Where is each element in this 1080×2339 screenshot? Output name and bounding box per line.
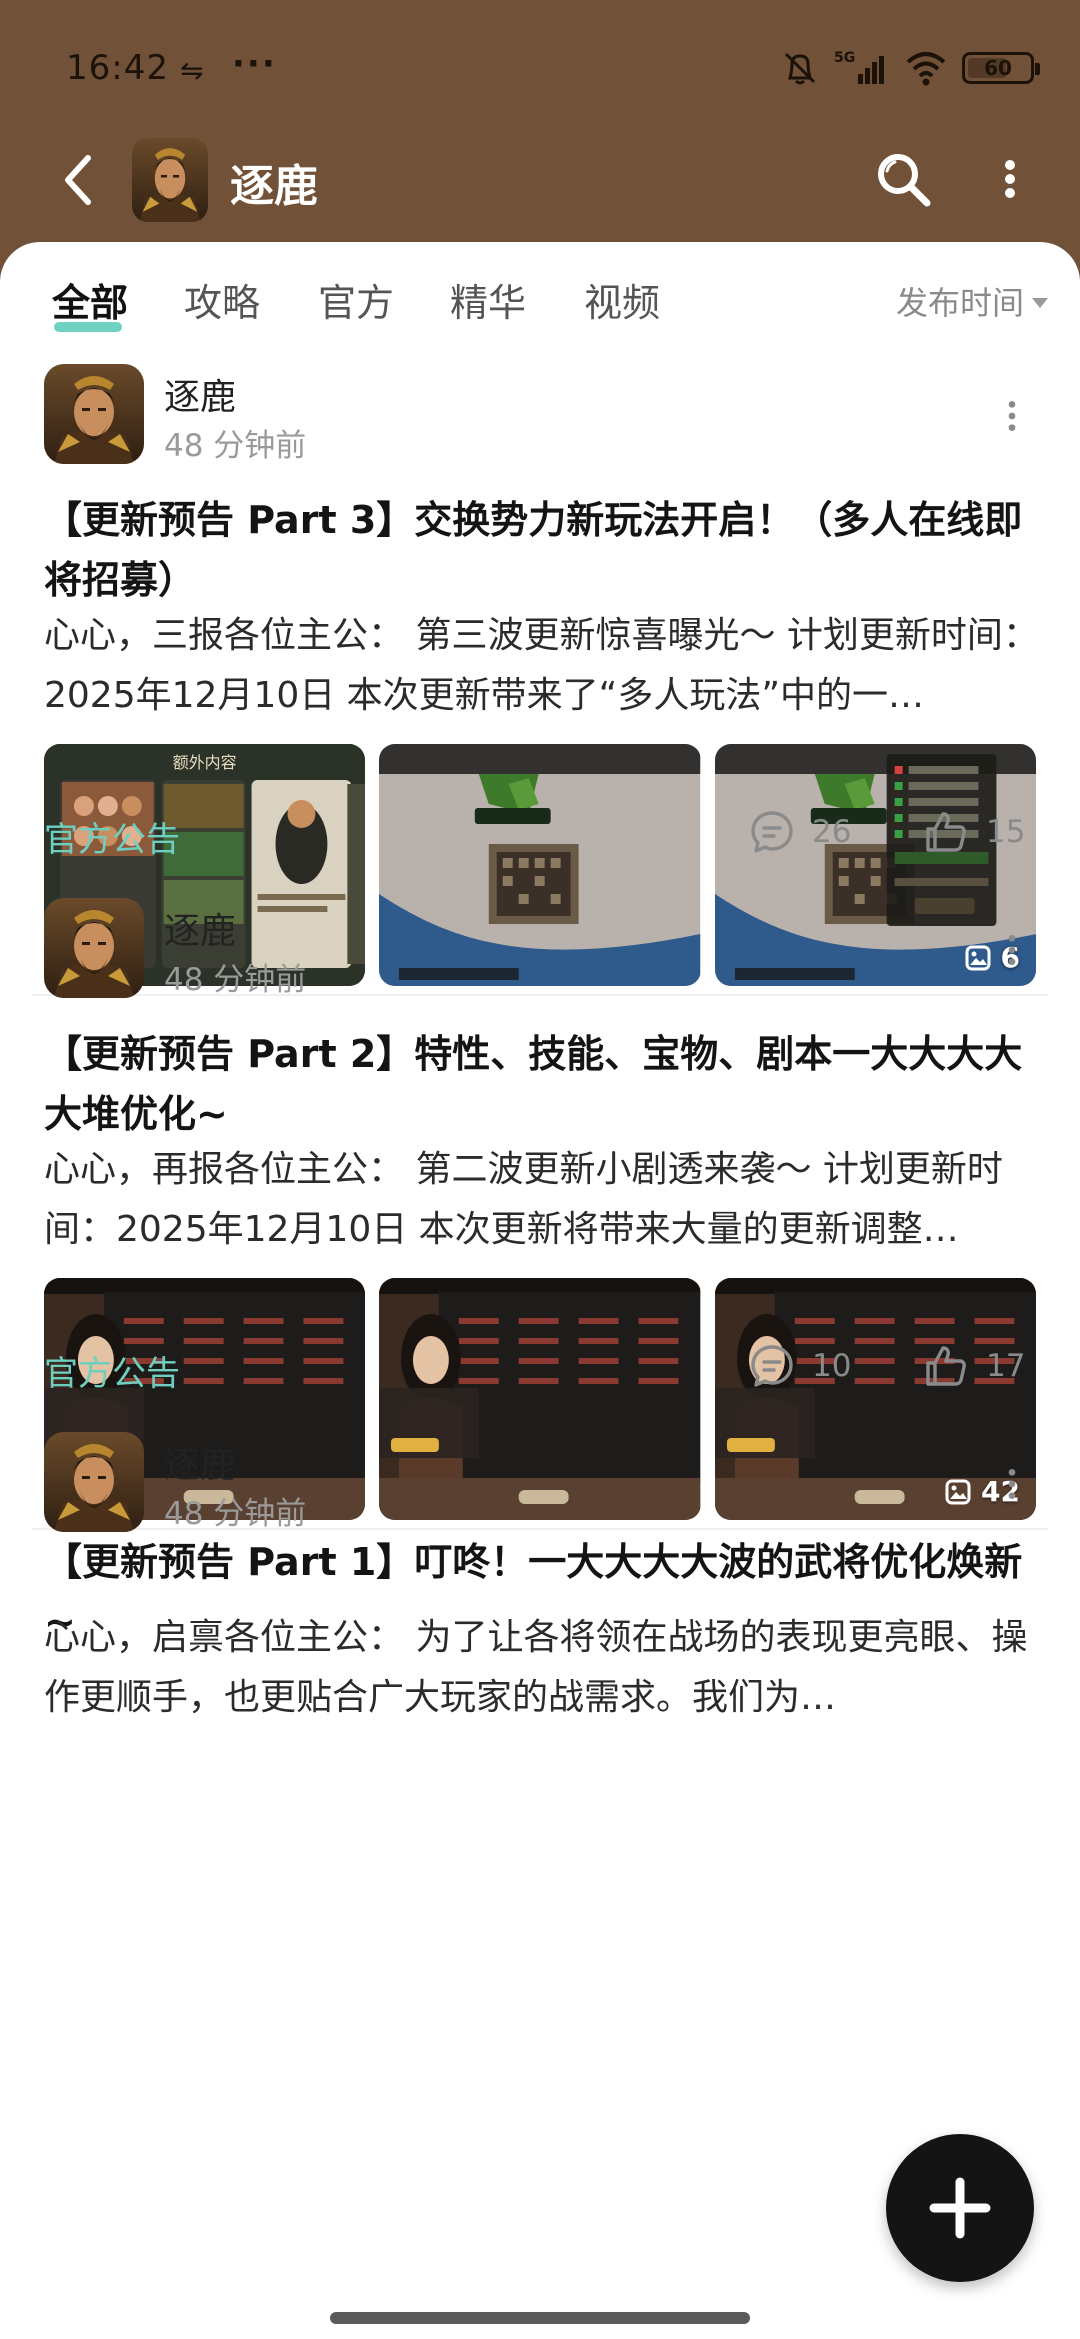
comment-icon <box>748 1342 796 1390</box>
comment-icon <box>748 808 796 856</box>
back-button[interactable] <box>48 150 108 210</box>
post-time: 48 分钟前 <box>164 428 307 464</box>
post-time: 48 分钟前 <box>164 962 307 998</box>
tab-all[interactable]: 全部 <box>52 272 128 327</box>
tab-video[interactable]: 视频 <box>584 272 660 327</box>
vertical-dots-icon <box>1007 1467 1017 1501</box>
tab-official[interactable]: 官方 <box>318 272 394 327</box>
tab-featured[interactable]: 精华 <box>450 272 526 327</box>
channel-avatar[interactable] <box>132 138 208 222</box>
post-more-button[interactable] <box>994 920 1030 980</box>
network-label: 5G <box>834 50 855 66</box>
thumbs-up-icon <box>922 1342 970 1390</box>
more-notifications-icon: ··· <box>232 44 277 84</box>
caret-down-icon <box>1032 298 1048 308</box>
sort-dropdown[interactable]: 发布时间 <box>896 278 1048 324</box>
page-title: 逐鹿 <box>230 161 318 212</box>
app-header: 逐鹿 <box>0 130 1080 240</box>
author-name[interactable]: 逐鹿 <box>164 368 236 420</box>
thumbs-up-icon <box>922 808 970 856</box>
post-tag[interactable]: 官方公告 <box>44 812 180 861</box>
comment-button[interactable]: 26 <box>748 808 851 856</box>
author-name[interactable]: 逐鹿 <box>164 902 236 954</box>
author-avatar[interactable] <box>44 898 144 998</box>
status-icons: 5G 60 <box>780 48 1040 88</box>
vertical-dots-icon <box>1007 933 1017 967</box>
post-more-button[interactable] <box>994 1454 1030 1514</box>
post-excerpt[interactable]: 心心，启禀各位主公： 为了让各将领在战场的表现更亮眼、操作更顺手，也更贴合广大玩… <box>44 1608 1044 1728</box>
post-title[interactable]: 【更新预告 Part 3】交换势力新玩法开启！（多人在线即将招募） <box>44 490 1044 610</box>
post-time: 48 分钟前 <box>164 1496 307 1532</box>
vertical-dots-icon <box>1007 399 1017 433</box>
post-tag[interactable]: 官方公告 <box>44 1346 180 1395</box>
comment-count: 26 <box>812 814 852 850</box>
like-count: 17 <box>986 1348 1026 1384</box>
status-time: 16:42 <box>66 48 169 88</box>
comment-count: 10 <box>812 1348 852 1384</box>
active-tab-indicator <box>54 322 122 332</box>
search-icon <box>878 154 931 207</box>
author-avatar[interactable] <box>44 364 144 464</box>
plus-icon <box>929 2177 991 2239</box>
tab-guides[interactable]: 攻略 <box>184 272 260 327</box>
author-avatar[interactable] <box>44 1432 144 1532</box>
chevron-left-icon <box>65 155 91 205</box>
signal-5g-icon: 5G <box>834 50 884 84</box>
battery-icon: 60 <box>962 52 1040 84</box>
home-indicator[interactable] <box>330 2312 750 2324</box>
search-button[interactable] <box>868 144 938 214</box>
post-excerpt[interactable]: 心心，三报各位主公： 第三波更新惊喜曝光～ 计划更新时间：2025年12月10日… <box>44 606 1044 726</box>
mute-icon <box>784 52 816 85</box>
battery-level: 60 <box>984 56 1012 80</box>
like-button[interactable]: 17 <box>922 1342 1025 1390</box>
comment-button[interactable]: 10 <box>748 1342 851 1390</box>
post-excerpt[interactable]: 心心，再报各位主公： 第二波更新小剧透来袭～ 计划更新时间：2025年12月10… <box>44 1140 1044 1260</box>
create-post-button[interactable] <box>886 2134 1034 2282</box>
post-title[interactable]: 【更新预告 Part 2】特性、技能、宝物、剧本一大大大大大堆优化~ <box>44 1024 1044 1144</box>
usb-icon: ⇋ <box>180 54 204 87</box>
status-bar: 16:42 ⇋ ··· 5G 60 <box>0 0 1080 140</box>
like-count: 15 <box>986 814 1026 850</box>
vertical-dots-icon <box>1005 160 1015 198</box>
wifi-icon <box>906 52 946 86</box>
tab-bar: 全部 攻略 官方 精华 视频 发布时间 <box>0 242 1080 354</box>
post-card[interactable]: 逐鹿 48 分钟前 【更新预告 Part 1】叮咚！一大大大大波的武将优化焕新~… <box>0 1432 1080 2092</box>
author-name[interactable]: 逐鹿 <box>164 1436 236 1488</box>
post-more-button[interactable] <box>994 386 1030 446</box>
content-panel: 全部 攻略 官方 精华 视频 发布时间 逐鹿 48 分钟前 【更新预告 Part… <box>0 242 1080 2339</box>
more-menu-button[interactable] <box>984 144 1036 214</box>
sort-label: 发布时间 <box>895 284 1024 322</box>
like-button[interactable]: 15 <box>922 808 1025 856</box>
